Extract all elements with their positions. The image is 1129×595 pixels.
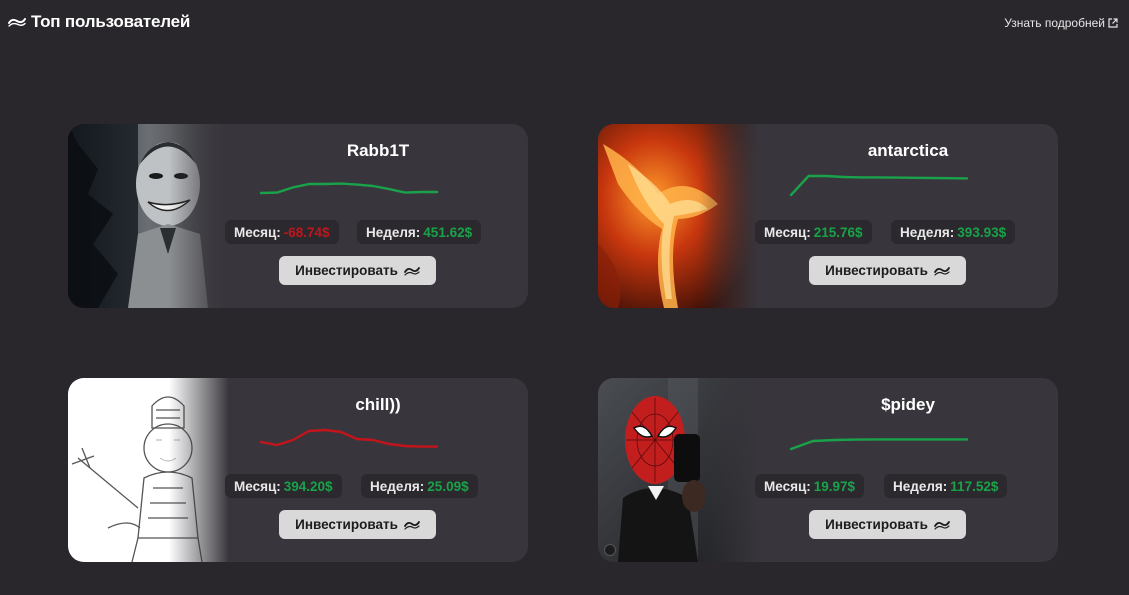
user-avatar	[598, 378, 759, 562]
trend-sparkline	[789, 174, 969, 197]
knight-sketch-image	[68, 378, 228, 562]
user-name: Rabb1T	[346, 141, 410, 160]
week-label: Неделя:	[893, 478, 948, 494]
week-stat: Неделя: 25.09$	[361, 474, 478, 498]
wave-icon	[403, 266, 420, 276]
sparkline-path	[259, 182, 439, 195]
week-stat: Неделя: 393.93$	[891, 220, 1016, 244]
month-value: 215.76$	[813, 224, 863, 240]
week-value: 451.62$	[423, 224, 473, 240]
month-value: 394.20$	[283, 478, 333, 494]
invest-button[interactable]: Инвестировать	[809, 510, 966, 539]
logo-wave-icon	[8, 18, 26, 27]
month-label: Месяц:	[764, 224, 811, 240]
month-label: Месяц:	[234, 224, 281, 240]
trend-sparkline	[789, 438, 969, 451]
user-name: chill))	[355, 395, 401, 414]
month-stat: Месяц: 394.20$	[225, 474, 342, 498]
invest-label: Инвестировать	[825, 263, 928, 278]
invest-label: Инвестировать	[295, 517, 398, 532]
month-label: Месяц:	[234, 478, 281, 494]
invest-button[interactable]: Инвестировать	[809, 256, 966, 285]
sparkline-path	[259, 428, 439, 448]
week-value: 393.93$	[957, 224, 1007, 240]
week-stat: Неделя: 117.52$	[884, 474, 1008, 498]
learn-more-label: Узнать подробней	[1004, 16, 1105, 30]
week-stat: Неделя: 451.62$	[357, 220, 482, 244]
user-card: antarctica Месяц: 215.76$ Неделя: 393.93…	[598, 124, 1058, 308]
user-avatar	[68, 124, 229, 308]
invest-label: Инвестировать	[295, 263, 398, 278]
trend-sparkline	[259, 182, 439, 195]
week-label: Неделя:	[900, 224, 955, 240]
user-card: Rabb1T Месяц: -68.74$ Неделя: 451.62$ Ин…	[68, 124, 528, 308]
invest-button[interactable]: Инвестировать	[279, 510, 436, 539]
external-link-icon	[1108, 18, 1118, 28]
week-value: 117.52$	[950, 478, 999, 494]
page-title: Топ пользователей	[8, 12, 190, 32]
sparkline-path	[789, 438, 969, 451]
page-title-text: Топ пользователей	[31, 12, 191, 31]
joker-artwork-image	[68, 124, 228, 308]
wave-icon	[403, 520, 420, 530]
spiderman-photo-image	[598, 378, 758, 562]
week-label: Неделя:	[370, 478, 425, 494]
week-value: 25.09$	[427, 478, 469, 494]
trend-sparkline	[259, 428, 439, 448]
month-value: 19.97$	[813, 478, 856, 494]
month-label: Месяц:	[764, 478, 811, 494]
wave-icon	[933, 520, 950, 530]
month-stat: Месяц: 19.97$	[755, 474, 865, 498]
month-stat: Месяц: -68.74$	[225, 220, 339, 244]
invest-button[interactable]: Инвестировать	[279, 256, 436, 285]
user-card: chill)) Месяц: 394.20$ Неделя: 25.09$ Ин…	[68, 378, 528, 562]
profile-badge-icon	[604, 544, 616, 556]
month-value: -68.74$	[283, 224, 330, 240]
user-avatar	[598, 124, 759, 308]
sparkline-path	[789, 174, 969, 197]
user-name: antarctica	[867, 141, 949, 160]
user-avatar	[68, 378, 229, 562]
invest-label: Инвестировать	[825, 517, 928, 532]
learn-more-link[interactable]: Узнать подробней	[1004, 16, 1118, 30]
fire-phoenix-image	[598, 124, 758, 308]
user-name: $pidey	[881, 395, 935, 414]
wave-icon	[933, 266, 950, 276]
week-label: Неделя:	[366, 224, 421, 240]
month-stat: Месяц: 215.76$	[755, 220, 872, 244]
user-card: $pidey Месяц: 19.97$ Неделя: 117.52$ Инв…	[598, 378, 1058, 562]
